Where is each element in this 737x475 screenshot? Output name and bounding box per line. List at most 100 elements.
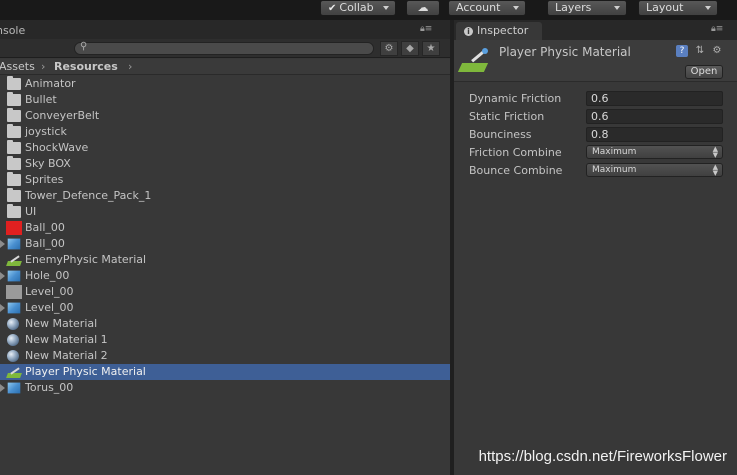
- folder-icon: [7, 124, 21, 138]
- filter-by-type-icon[interactable]: ⚙: [380, 41, 398, 56]
- physic-material-icon: [7, 254, 21, 266]
- layers-dropdown[interactable]: Layers: [547, 0, 627, 16]
- inspector-header: Player Physic Material ? ⇅ ⚙ Open: [454, 40, 737, 82]
- expand-arrow-icon[interactable]: [0, 384, 5, 392]
- list-item-label: New Material 2: [25, 349, 108, 362]
- project-panel: nsole 🔒︎≡ ⚲ ⚙ ◆ ★ Assets › Resources › A…: [0, 20, 450, 475]
- breadcrumb-resources[interactable]: Resources: [54, 59, 118, 74]
- layout-dropdown[interactable]: Layout: [638, 0, 718, 16]
- folder-icon: [7, 156, 21, 170]
- lock-menu-icon[interactable]: 🔒︎≡: [711, 24, 735, 36]
- list-item-label: Level_00: [25, 285, 74, 298]
- red-texture-icon: [6, 221, 22, 235]
- bounce-combine-label: Bounce Combine: [469, 164, 563, 177]
- gear-icon[interactable]: ⚙: [711, 45, 723, 57]
- list-item[interactable]: Sprites: [0, 172, 450, 188]
- list-item[interactable]: Hole_00: [0, 268, 450, 284]
- dynamic-friction-field[interactable]: 0.6: [586, 91, 723, 106]
- list-item-label: ShockWave: [25, 141, 89, 154]
- breadcrumb: Assets › Resources ›: [0, 59, 450, 75]
- friction-combine-row: Friction Combine Maximum ▲ ▼: [469, 145, 724, 161]
- favorite-star-icon[interactable]: ★: [422, 41, 440, 56]
- list-item[interactable]: Sky BOX: [0, 156, 450, 172]
- list-item[interactable]: Level_00: [0, 300, 450, 316]
- list-item-label: Ball_00: [25, 237, 65, 250]
- bounciness-row: Bounciness 0.8: [469, 127, 724, 143]
- physic-material-icon: [457, 46, 489, 74]
- list-item[interactable]: Animator: [0, 76, 450, 92]
- list-item[interactable]: UI: [0, 204, 450, 220]
- chevron-right-icon: ›: [41, 60, 46, 73]
- friction-combine-dropdown[interactable]: Maximum ▲ ▼: [586, 145, 723, 159]
- list-item[interactable]: Torus_00: [0, 380, 450, 396]
- list-item[interactable]: ConveyerBelt: [0, 108, 450, 124]
- collab-button[interactable]: ✔ Collab: [320, 0, 396, 16]
- folder-icon: [7, 204, 21, 218]
- search-icon: ⚲: [80, 41, 88, 52]
- cloud-icon: ☁: [417, 1, 429, 14]
- bounce-combine-dropdown[interactable]: Maximum ▲ ▼: [586, 163, 723, 177]
- list-item-label: New Material: [25, 317, 98, 330]
- list-item[interactable]: Ball_00: [0, 220, 450, 236]
- folder-icon: [7, 92, 21, 106]
- material-sphere-icon: [7, 350, 19, 362]
- inspector-tab-bar: i Inspector 🔒︎≡: [454, 20, 737, 40]
- prefab-icon: [7, 238, 21, 250]
- folder-icon: [7, 76, 21, 90]
- list-item-label: Hole_00: [25, 269, 70, 282]
- cloud-button[interactable]: ☁: [406, 0, 440, 16]
- filter-by-label-icon[interactable]: ◆: [401, 41, 419, 56]
- tab-inspector-label: Inspector: [477, 24, 529, 37]
- expand-arrow-icon[interactable]: [0, 272, 5, 280]
- list-item[interactable]: Level_00: [0, 284, 450, 300]
- friction-combine-label: Friction Combine: [469, 146, 562, 159]
- open-button[interactable]: Open: [685, 65, 723, 79]
- tab-inspector[interactable]: i Inspector: [456, 22, 542, 40]
- preset-icon[interactable]: ⇅: [694, 45, 706, 57]
- asset-title: Player Physic Material: [499, 45, 631, 59]
- chevron-down-icon: [705, 6, 711, 10]
- expand-arrow-icon[interactable]: [0, 304, 5, 312]
- folder-icon: [7, 108, 21, 122]
- list-item[interactable]: Bullet: [0, 92, 450, 108]
- static-friction-field[interactable]: 0.6: [586, 109, 723, 124]
- list-item[interactable]: New Material 1: [0, 332, 450, 348]
- layers-label: Layers: [555, 1, 592, 14]
- top-toolbar: ✔ Collab ☁ Account Layers Layout: [0, 0, 737, 20]
- bounciness-field[interactable]: 0.8: [586, 127, 723, 142]
- physic-material-icon: [7, 366, 21, 378]
- layout-label: Layout: [646, 1, 684, 14]
- list-item[interactable]: New Material: [0, 316, 450, 332]
- folder-icon: [7, 188, 21, 202]
- list-item-label: Sky BOX: [25, 157, 71, 170]
- bounce-combine-row: Bounce Combine Maximum ▲ ▼: [469, 163, 724, 179]
- watermark: https://blog.csdn.net/FireworksFlower: [478, 448, 727, 465]
- search-input[interactable]: ⚲: [74, 41, 374, 55]
- list-item-selected[interactable]: Player Physic Material: [0, 364, 450, 380]
- list-item[interactable]: ShockWave: [0, 140, 450, 156]
- list-item[interactable]: EnemyPhysic Material: [0, 252, 450, 268]
- list-item[interactable]: New Material 2: [0, 348, 450, 364]
- tab-console[interactable]: nsole: [0, 24, 25, 37]
- account-label: Account: [456, 1, 501, 14]
- breadcrumb-assets[interactable]: Assets: [0, 59, 35, 74]
- list-item-label: Level_00: [25, 301, 74, 314]
- account-dropdown[interactable]: Account: [448, 0, 526, 16]
- list-item-label: Player Physic Material: [25, 365, 146, 378]
- list-item-label: EnemyPhysic Material: [25, 253, 147, 266]
- bounciness-label: Bounciness: [469, 128, 532, 141]
- list-item[interactable]: joystick: [0, 124, 450, 140]
- help-icon[interactable]: ?: [676, 45, 688, 57]
- prefab-icon: [7, 270, 21, 282]
- lock-menu-icon[interactable]: 🔒︎≡: [420, 24, 444, 36]
- list-item-label: UI: [25, 205, 37, 218]
- updown-arrow-icon: ▲ ▼: [712, 145, 718, 159]
- list-item[interactable]: Tower_Defence_Pack_1: [0, 188, 450, 204]
- static-friction-row: Static Friction 0.6: [469, 109, 724, 125]
- project-tab-bar: nsole 🔒︎≡: [0, 20, 450, 39]
- chevron-right-icon: ›: [128, 60, 133, 73]
- list-item-label: ConveyerBelt: [25, 109, 100, 122]
- updown-arrow-icon: ▲ ▼: [712, 163, 718, 177]
- list-item[interactable]: Ball_00: [0, 236, 450, 252]
- expand-arrow-icon[interactable]: [0, 240, 5, 248]
